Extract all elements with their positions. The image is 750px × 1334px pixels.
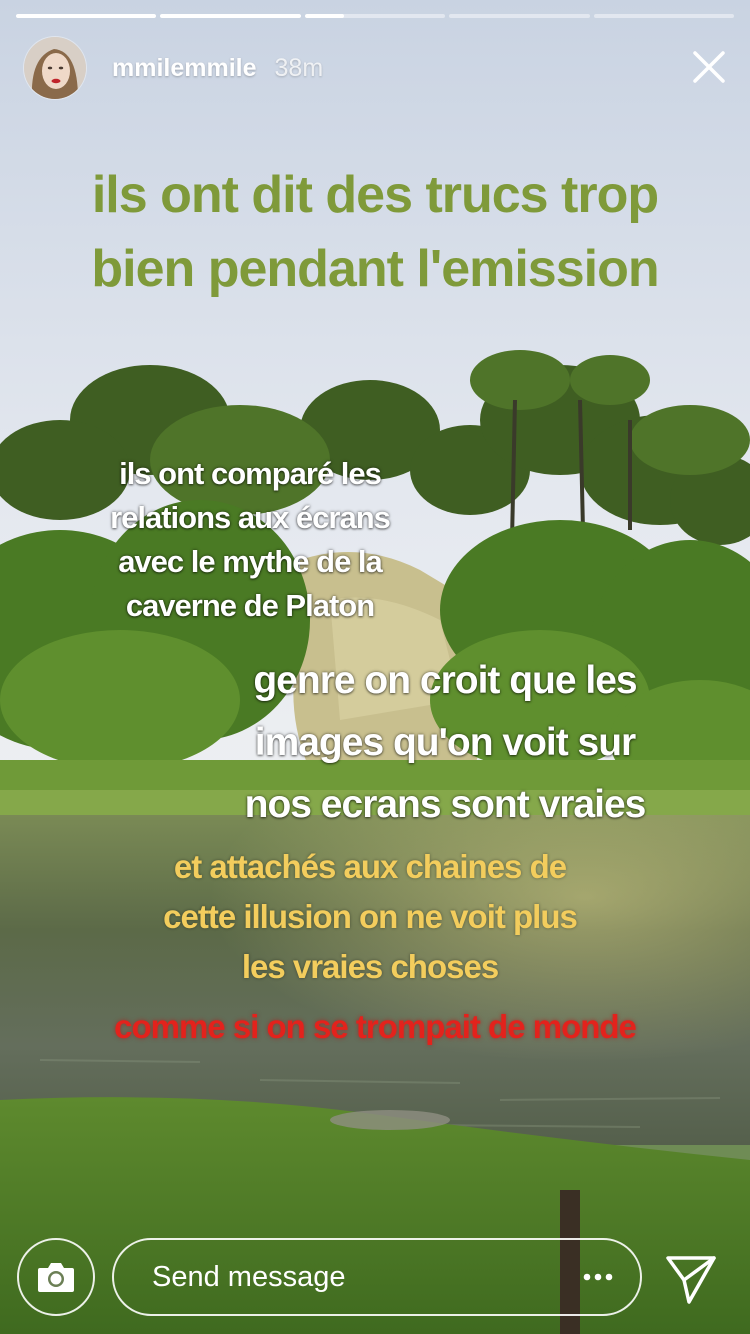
camera-button[interactable] (17, 1238, 95, 1316)
progress-segment (304, 14, 446, 18)
progress-segment (593, 14, 735, 18)
story-header: mmilemmile 38m (24, 36, 730, 100)
send-message-field[interactable] (112, 1238, 642, 1316)
avatar[interactable] (24, 37, 86, 99)
story-time-ago: 38m (274, 53, 324, 82)
story-progress-bars (16, 14, 735, 18)
progress-segment (160, 14, 301, 18)
story-username[interactable]: mmilemmile (112, 54, 257, 83)
progress-segment (449, 14, 590, 18)
story-caption-images: genre on croit que les images qu'on voit… (244, 659, 647, 826)
send-paper-plane-icon[interactable] (664, 1252, 718, 1306)
send-message-input[interactable] (150, 1259, 568, 1295)
camera-icon (38, 1263, 74, 1292)
story-caption-illusion: et attachés aux chaines de cette illusio… (163, 848, 578, 985)
story-caption-title: ils ont dit des trucs trop bien pendant … (91, 166, 659, 298)
progress-segment (16, 14, 157, 18)
close-icon[interactable] (692, 50, 726, 84)
story-caption-world: comme si on se trompait de monde (114, 1008, 637, 1045)
more-dots-icon[interactable] (568, 1257, 628, 1297)
story-caption-plato: ils ont comparé les relations aux écrans… (110, 456, 391, 623)
